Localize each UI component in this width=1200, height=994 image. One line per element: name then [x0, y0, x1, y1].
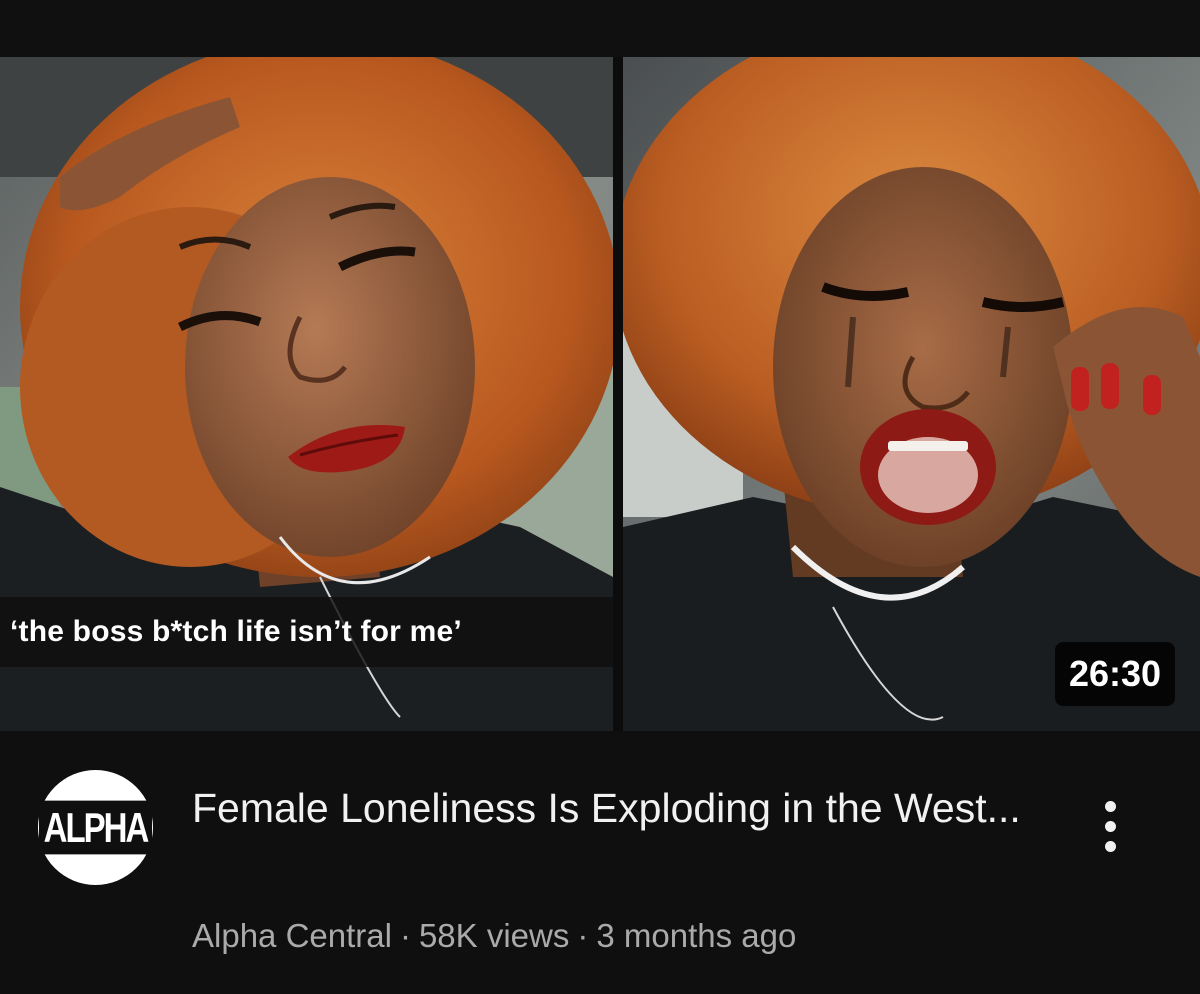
top-strip	[0, 0, 1200, 57]
upload-age: 3 months ago	[596, 917, 797, 954]
meta-separator: ·	[577, 917, 589, 954]
thumbnail-left-image: ‘the boss b*tch life isn’t for me’	[0, 57, 613, 731]
channel-avatar[interactable]: ALPHA	[38, 770, 153, 885]
view-count: 58K views	[418, 917, 570, 954]
more-dot	[1104, 820, 1116, 832]
more-vert-icon[interactable]	[1090, 781, 1130, 871]
meta-separator: ·	[399, 917, 411, 954]
video-meta-line: Alpha Central · 58K views · 3 months ago	[192, 917, 1092, 955]
video-thumbnail[interactable]: ‘the boss b*tch life isn’t for me’ 26:30	[0, 57, 1200, 731]
channel-name[interactable]: Alpha Central	[192, 917, 392, 954]
thumbnail-divider	[613, 57, 623, 731]
thumbnail-caption: ‘the boss b*tch life isn’t for me’	[0, 597, 613, 667]
thumbnail-right-image	[623, 57, 1200, 731]
video-meta-section: ALPHA Female Loneliness Is Exploding in …	[0, 731, 1200, 994]
duration-badge: 26:30	[1055, 642, 1175, 706]
video-title[interactable]: Female Loneliness Is Exploding in the We…	[192, 779, 1052, 838]
more-dot	[1104, 840, 1116, 852]
channel-logo: ALPHA	[38, 800, 153, 855]
more-dot	[1104, 800, 1116, 812]
